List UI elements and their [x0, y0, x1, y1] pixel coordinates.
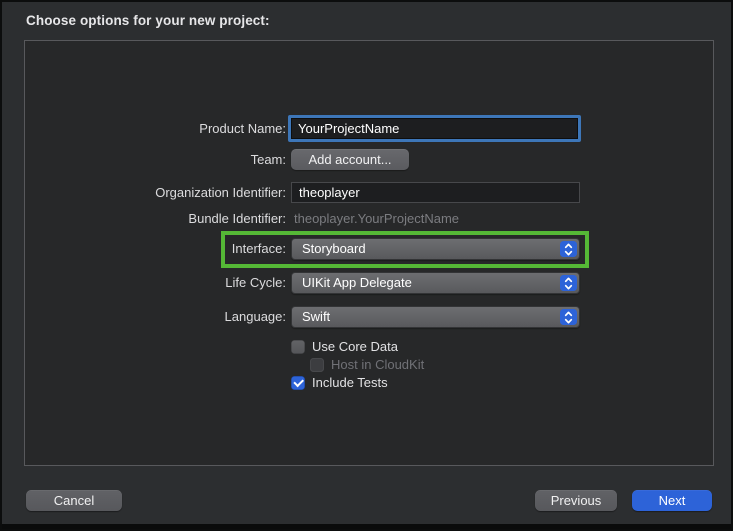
chevron-up-down-icon: [560, 309, 577, 325]
life-cycle-dropdown[interactable]: UIKit App Delegate: [291, 272, 580, 294]
use-core-data-checkbox[interactable]: [291, 340, 305, 354]
organization-identifier-input[interactable]: [291, 182, 580, 203]
interface-dropdown[interactable]: Storyboard: [291, 238, 580, 260]
language-dropdown-value: Swift: [292, 307, 579, 327]
include-tests-checkbox[interactable]: [291, 376, 305, 390]
product-name-label: Product Name:: [25, 121, 286, 137]
include-tests-label: Include Tests: [312, 375, 388, 391]
previous-button[interactable]: Previous: [535, 490, 617, 511]
add-account-button[interactable]: Add account...: [291, 149, 409, 170]
language-label: Language:: [25, 309, 286, 325]
language-dropdown[interactable]: Swift: [291, 306, 580, 328]
cancel-button[interactable]: Cancel: [26, 490, 122, 511]
host-in-cloudkit-checkbox: [310, 358, 324, 372]
interface-label: Interface:: [25, 241, 286, 257]
options-panel: Product Name: Team: Add account... Organ…: [24, 40, 714, 466]
interface-dropdown-value: Storyboard: [292, 239, 579, 259]
product-name-input[interactable]: [288, 115, 581, 142]
team-label: Team:: [25, 152, 286, 168]
life-cycle-dropdown-value: UIKit App Delegate: [292, 273, 579, 293]
window-bottom-edge: [2, 524, 731, 529]
host-in-cloudkit-option: Host in CloudKit: [310, 357, 424, 373]
use-core-data-option[interactable]: Use Core Data: [291, 339, 398, 355]
bundle-identifier-value: theoplayer.YourProjectName: [294, 211, 459, 227]
life-cycle-label: Life Cycle:: [25, 275, 286, 291]
host-in-cloudkit-label: Host in CloudKit: [331, 357, 424, 373]
organization-identifier-label: Organization Identifier:: [25, 185, 286, 201]
use-core-data-label: Use Core Data: [312, 339, 398, 355]
new-project-options-dialog: Choose options for your new project: Pro…: [0, 0, 733, 531]
next-button[interactable]: Next: [632, 490, 712, 511]
dialog-title: Choose options for your new project:: [26, 13, 270, 28]
chevron-up-down-icon: [560, 241, 577, 257]
chevron-up-down-icon: [560, 275, 577, 291]
include-tests-option[interactable]: Include Tests: [291, 375, 388, 391]
bundle-identifier-label: Bundle Identifier:: [25, 211, 286, 227]
